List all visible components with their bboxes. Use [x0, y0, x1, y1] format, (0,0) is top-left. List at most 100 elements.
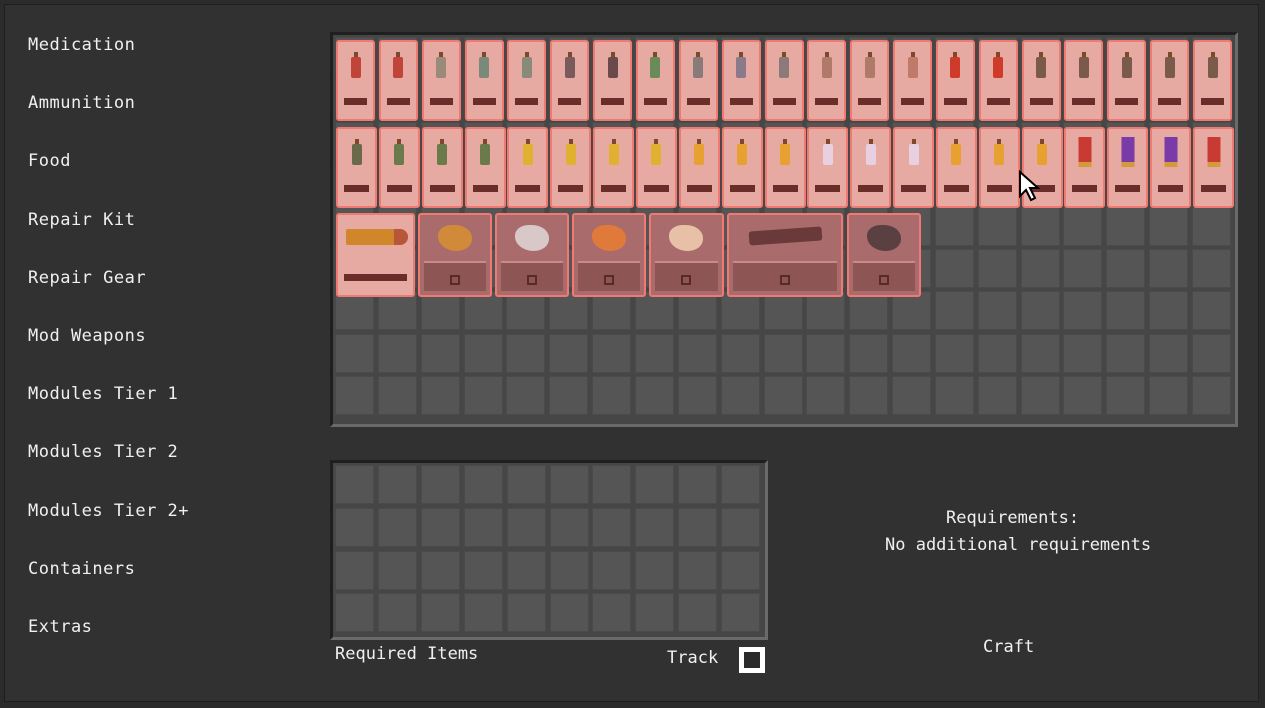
category-item[interactable]: Modules Tier 2	[28, 437, 178, 467]
grid-slot[interactable]	[592, 291, 632, 331]
grid-slot[interactable]	[934, 291, 974, 331]
category-item[interactable]: Food	[28, 146, 71, 176]
grid-slot[interactable]	[463, 291, 503, 331]
grid-slot[interactable]	[592, 593, 632, 633]
grid-slot[interactable]	[934, 249, 974, 288]
grid-slot[interactable]	[892, 291, 932, 331]
item-slot[interactable]	[421, 40, 461, 121]
item-slot[interactable]	[1064, 127, 1106, 208]
grid-slot[interactable]	[1192, 376, 1231, 416]
item-slot[interactable]	[678, 127, 720, 208]
grid-slot[interactable]	[549, 550, 589, 590]
grid-slot[interactable]	[635, 465, 675, 504]
grid-slot[interactable]	[1192, 291, 1231, 331]
grid-slot[interactable]	[1106, 206, 1146, 246]
grid-slot[interactable]	[678, 507, 718, 547]
grid-slot[interactable]	[506, 593, 546, 633]
grid-slot[interactable]	[763, 291, 803, 331]
category-item[interactable]: Ammunition	[28, 88, 135, 118]
grid-slot[interactable]	[377, 550, 417, 590]
item-slot[interactable]	[1107, 127, 1149, 208]
grid-slot[interactable]	[763, 333, 803, 373]
grid-slot[interactable]	[592, 550, 632, 590]
grid-slot[interactable]	[1192, 206, 1231, 246]
grid-slot[interactable]	[377, 507, 417, 547]
item-slot[interactable]	[1150, 40, 1190, 121]
grid-slot[interactable]	[377, 376, 417, 416]
item-slot[interactable]	[764, 127, 806, 208]
grid-slot[interactable]	[977, 333, 1017, 373]
grid-slot[interactable]	[506, 376, 546, 416]
grid-slot[interactable]	[549, 507, 589, 547]
item-slot[interactable]	[764, 40, 804, 121]
item-slot[interactable]	[336, 213, 415, 297]
item-slot[interactable]	[572, 213, 647, 297]
grid-slot[interactable]	[849, 333, 889, 373]
grid-slot[interactable]	[977, 249, 1017, 288]
grid-slot[interactable]	[977, 206, 1017, 246]
grid-slot[interactable]	[892, 376, 932, 416]
grid-slot[interactable]	[934, 206, 974, 246]
track-checkbox[interactable]	[739, 647, 765, 673]
item-slot[interactable]	[1021, 40, 1061, 121]
grid-slot[interactable]	[634, 333, 674, 373]
grid-slot[interactable]	[1020, 206, 1060, 246]
item-slot[interactable]	[935, 127, 977, 208]
grid-slot[interactable]	[677, 376, 717, 416]
grid-slot[interactable]	[335, 593, 374, 633]
grid-slot[interactable]	[420, 550, 460, 590]
category-item[interactable]: Mod Weapons	[28, 321, 146, 351]
grid-slot[interactable]	[1149, 249, 1189, 288]
grid-slot[interactable]	[506, 291, 546, 331]
grid-slot[interactable]	[1106, 376, 1146, 416]
item-slot[interactable]	[464, 40, 504, 121]
item-slot[interactable]	[1150, 127, 1192, 208]
grid-slot[interactable]	[1063, 206, 1103, 246]
grid-slot[interactable]	[849, 291, 889, 331]
item-slot[interactable]	[378, 127, 420, 208]
item-slot[interactable]	[850, 40, 890, 121]
grid-slot[interactable]	[592, 376, 632, 416]
grid-slot[interactable]	[335, 507, 374, 547]
grid-slot[interactable]	[720, 376, 760, 416]
item-slot[interactable]	[1193, 40, 1232, 121]
grid-slot[interactable]	[592, 507, 632, 547]
grid-slot[interactable]	[1149, 376, 1189, 416]
grid-slot[interactable]	[377, 291, 417, 331]
grid-slot[interactable]	[1020, 376, 1060, 416]
item-slot[interactable]	[336, 127, 377, 208]
item-slot[interactable]	[721, 127, 763, 208]
item-slot[interactable]	[495, 213, 570, 297]
grid-slot[interactable]	[1063, 249, 1103, 288]
grid-slot[interactable]	[721, 507, 761, 547]
grid-slot[interactable]	[977, 376, 1017, 416]
grid-slot[interactable]	[549, 465, 589, 504]
grid-slot[interactable]	[506, 507, 546, 547]
item-slot[interactable]	[336, 40, 375, 121]
grid-slot[interactable]	[592, 465, 632, 504]
item-slot[interactable]	[418, 213, 493, 297]
grid-slot[interactable]	[420, 291, 460, 331]
grid-slot[interactable]	[806, 291, 846, 331]
category-item[interactable]: Containers	[28, 554, 135, 584]
grid-slot[interactable]	[806, 333, 846, 373]
grid-slot[interactable]	[377, 333, 417, 373]
item-slot[interactable]	[1193, 127, 1234, 208]
grid-slot[interactable]	[806, 376, 846, 416]
item-slot[interactable]	[464, 127, 506, 208]
item-slot[interactable]	[846, 213, 921, 297]
item-slot[interactable]	[550, 40, 590, 121]
item-slot[interactable]	[807, 40, 847, 121]
item-slot[interactable]	[721, 40, 761, 121]
grid-slot[interactable]	[1149, 291, 1189, 331]
grid-slot[interactable]	[463, 593, 503, 633]
item-slot[interactable]	[507, 40, 547, 121]
grid-slot[interactable]	[335, 291, 374, 331]
grid-slot[interactable]	[635, 507, 675, 547]
grid-slot[interactable]	[720, 333, 760, 373]
item-slot[interactable]	[978, 127, 1020, 208]
item-slot[interactable]	[726, 213, 844, 297]
item-slot[interactable]	[1107, 40, 1147, 121]
grid-slot[interactable]	[420, 593, 460, 633]
grid-slot[interactable]	[678, 550, 718, 590]
